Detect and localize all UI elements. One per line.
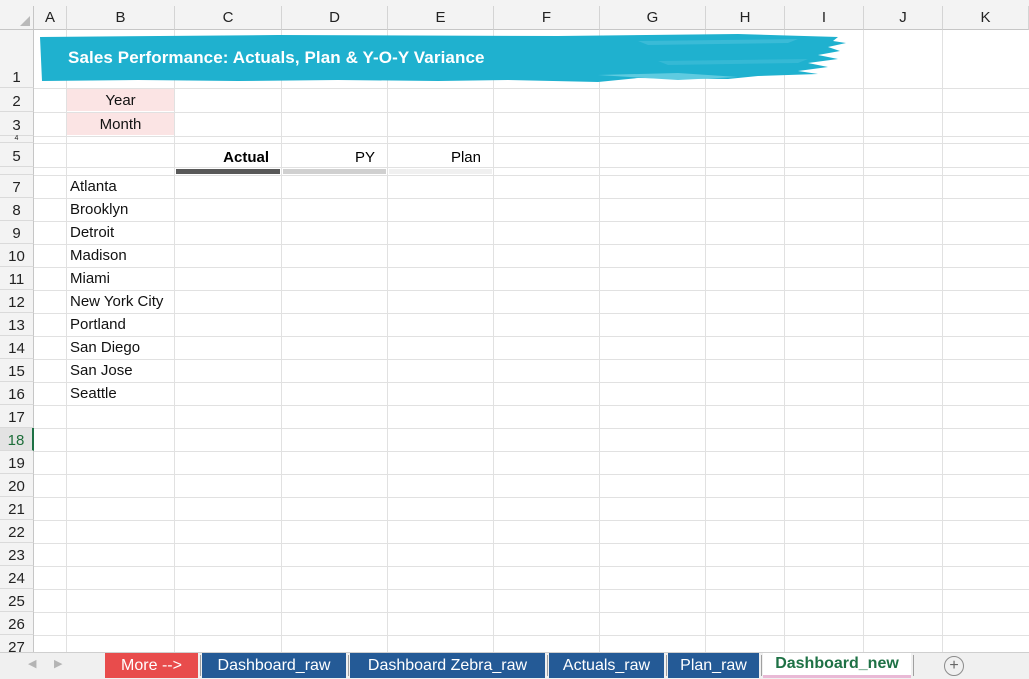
row-header-21[interactable]: 21 bbox=[0, 497, 34, 520]
tab-dashboard-zebra-raw[interactable]: Dashboard Zebra_raw bbox=[350, 653, 545, 678]
tab-dashboard-new[interactable]: Dashboard_new bbox=[763, 653, 911, 678]
row-header-14[interactable]: 14 bbox=[0, 336, 34, 359]
column-header-a[interactable]: A bbox=[34, 6, 67, 30]
select-all-corner[interactable] bbox=[0, 6, 34, 30]
row-header-11[interactable]: 11 bbox=[0, 267, 34, 290]
row-header-8[interactable]: 8 bbox=[0, 198, 34, 221]
year-filter-cell[interactable]: Year bbox=[67, 89, 174, 111]
city-cell[interactable]: Miami bbox=[70, 270, 110, 287]
row-header-13[interactable]: 13 bbox=[0, 313, 34, 336]
row-header-16[interactable]: 16 bbox=[0, 382, 34, 405]
city-cell[interactable]: Atlanta bbox=[70, 178, 117, 195]
column-header-d[interactable]: D bbox=[282, 6, 388, 30]
row-header-24[interactable]: 24 bbox=[0, 566, 34, 589]
row-header-5[interactable]: 5 bbox=[0, 143, 34, 167]
city-cell[interactable]: San Diego bbox=[70, 339, 140, 356]
row-header-6[interactable] bbox=[0, 167, 34, 175]
row-header-18[interactable]: 18 bbox=[0, 428, 34, 451]
city-cell[interactable]: Portland bbox=[70, 316, 126, 333]
row-header-15[interactable]: 15 bbox=[0, 359, 34, 382]
column-header-h[interactable]: H bbox=[706, 6, 785, 30]
row-header-7[interactable]: 7 bbox=[0, 175, 34, 198]
column-header-f[interactable]: F bbox=[494, 6, 600, 30]
tab-more[interactable]: More --> bbox=[105, 653, 198, 678]
city-cell[interactable]: San Jose bbox=[70, 362, 133, 379]
column-header-g[interactable]: G bbox=[600, 6, 706, 30]
column-header-c[interactable]: C bbox=[175, 6, 282, 30]
row-header-4[interactable]: 4 bbox=[0, 135, 34, 143]
plan-underline bbox=[389, 169, 492, 174]
tab-actuals-raw[interactable]: Actuals_raw bbox=[549, 653, 664, 678]
page-title: Sales Performance: Actuals, Plan & Y-O-Y… bbox=[68, 48, 485, 67]
row-header-3[interactable]: 3 bbox=[0, 112, 34, 136]
row-header-23[interactable]: 23 bbox=[0, 543, 34, 566]
city-cell[interactable]: Brooklyn bbox=[70, 201, 128, 218]
row-header-9[interactable]: 9 bbox=[0, 221, 34, 244]
row-header-12[interactable]: 12 bbox=[0, 290, 34, 313]
spreadsheet-grid[interactable]: A B C D E F G H I J K 1 2 3 4 5 7 8 9 10… bbox=[0, 0, 1029, 652]
city-cell[interactable]: Detroit bbox=[70, 224, 114, 241]
row-header-2[interactable]: 2 bbox=[0, 88, 34, 112]
row-header-1[interactable]: 1 bbox=[0, 30, 34, 88]
row-header-26[interactable]: 26 bbox=[0, 612, 34, 635]
py-header: PY bbox=[354, 148, 375, 166]
tab-dashboard-raw[interactable]: Dashboard_raw bbox=[202, 653, 346, 678]
plus-circle-icon[interactable]: + bbox=[944, 656, 964, 676]
chevron-left-icon[interactable]: ◀ bbox=[28, 657, 36, 670]
city-cell[interactable]: Madison bbox=[70, 247, 127, 264]
row-header-17[interactable]: 17 bbox=[0, 405, 34, 428]
column-header-i[interactable]: I bbox=[785, 6, 864, 30]
tab-plan-raw[interactable]: Plan_raw bbox=[668, 653, 759, 678]
row-header-10[interactable]: 10 bbox=[0, 244, 34, 267]
actual-underline bbox=[176, 169, 280, 174]
actual-header: Actual bbox=[223, 148, 269, 166]
chevron-right-icon[interactable]: ▶ bbox=[54, 657, 62, 670]
column-header-j[interactable]: J bbox=[864, 6, 943, 30]
month-filter-cell[interactable]: Month bbox=[67, 113, 174, 135]
row-header-25[interactable]: 25 bbox=[0, 589, 34, 612]
column-header-k[interactable]: K bbox=[943, 6, 1029, 30]
row-header-20[interactable]: 20 bbox=[0, 474, 34, 497]
row-header-19[interactable]: 19 bbox=[0, 451, 34, 474]
row-header-22[interactable]: 22 bbox=[0, 520, 34, 543]
py-underline bbox=[283, 169, 386, 174]
plan-header: Plan bbox=[450, 148, 481, 166]
column-header-b[interactable]: B bbox=[67, 6, 175, 30]
city-cell[interactable]: Seattle bbox=[70, 385, 117, 402]
column-header-e[interactable]: E bbox=[388, 6, 494, 30]
row-header-27[interactable]: 27 bbox=[0, 635, 34, 652]
city-cell[interactable]: New York City bbox=[70, 293, 163, 310]
